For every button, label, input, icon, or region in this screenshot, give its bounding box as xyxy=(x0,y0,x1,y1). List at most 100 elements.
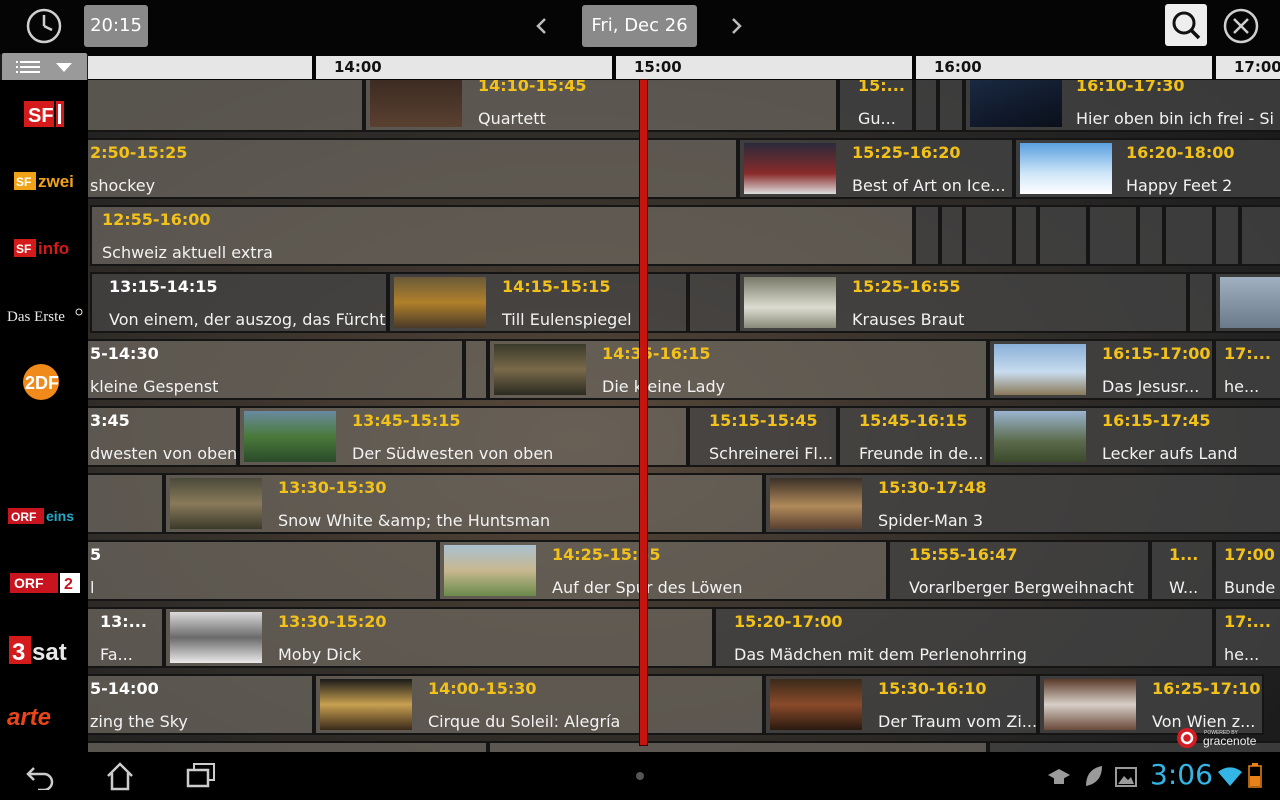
channel-logo-sfinfo[interactable]: SF info xyxy=(0,214,88,281)
program-cell[interactable]: 16:15-17:45 Lecker aufs Land xyxy=(988,406,1280,467)
prime-time-button[interactable]: 20:15 xyxy=(84,5,148,47)
next-day-icon[interactable] xyxy=(724,14,748,38)
back-icon[interactable] xyxy=(24,762,56,794)
notification-icon-cap[interactable] xyxy=(1046,766,1072,792)
program-cell[interactable]: 17:... he... xyxy=(1214,339,1280,400)
svg-text:3: 3 xyxy=(12,639,25,666)
program-cell[interactable]: 15:15-15:45 Schreinerei Fl... xyxy=(688,406,838,467)
program-cell[interactable]: 17:... he... xyxy=(1214,607,1280,668)
program-cell[interactable] xyxy=(688,272,738,333)
program-cell[interactable] xyxy=(88,473,164,534)
date-button[interactable]: Fri, Dec 26 xyxy=(582,5,697,47)
channel-logo-sf1[interactable]: SF xyxy=(0,80,88,147)
recent-apps-icon[interactable] xyxy=(184,762,218,794)
ruler-segment-1500: 15:00 xyxy=(616,56,912,79)
channel-logo-daserste[interactable]: Das Erste xyxy=(0,281,88,348)
channel-list-dropdown[interactable] xyxy=(2,53,87,81)
program-cell[interactable]: 15:45-16:15 Freunde in de... xyxy=(838,406,988,467)
program-cell[interactable]: 16:10-17:30 Hier oben bin ich frei - Si … xyxy=(964,80,1280,132)
program-time: 1... xyxy=(1169,545,1199,564)
program-cell[interactable] xyxy=(1214,205,1240,266)
notification-icon-leaf[interactable] xyxy=(1082,764,1104,792)
program-title: he... xyxy=(1224,645,1260,664)
program-thumbnail xyxy=(770,679,862,730)
program-cell[interactable]: 15:25-16:55 Krauses Braut xyxy=(738,272,1188,333)
program-time: 15:30-16:10 xyxy=(878,679,987,698)
program-cell[interactable]: 5-14:00 zing the Sky xyxy=(88,674,314,735)
program-cell[interactable] xyxy=(1164,205,1214,266)
program-cell[interactable]: 13:30-15:30 Snow White &amp; the Huntsma… xyxy=(164,473,764,534)
program-cell[interactable] xyxy=(938,80,964,132)
program-cell[interactable]: 15:30-17:48 Spider-Man 3 xyxy=(764,473,1280,534)
program-title: Von einem, der auszog, das Fürcht... xyxy=(109,310,388,329)
program-cell[interactable] xyxy=(464,339,488,400)
program-cell[interactable]: 14:10-15:45 Quartett xyxy=(364,80,838,132)
channel-logo-sfzwei[interactable]: SF zwei xyxy=(0,147,88,214)
home-icon[interactable] xyxy=(104,760,136,796)
program-cell[interactable] xyxy=(1014,205,1038,266)
program-cell[interactable] xyxy=(1214,272,1280,333)
program-cell[interactable]: 17:00 Bunde xyxy=(1214,540,1280,601)
page-indicator-dot xyxy=(636,772,644,780)
program-cell[interactable] xyxy=(1138,205,1164,266)
program-title: Krauses Braut xyxy=(852,310,965,329)
program-cell[interactable] xyxy=(1240,205,1280,266)
program-title: zing the Sky xyxy=(90,712,188,731)
program-time: 13:30-15:30 xyxy=(278,478,387,497)
search-button[interactable] xyxy=(1165,4,1207,46)
program-time: 14:35-16:15 xyxy=(602,344,711,363)
program-cell[interactable] xyxy=(914,205,940,266)
program-cell[interactable]: 13:45-15:15 Der Südwesten von oben xyxy=(238,406,688,467)
program-title: Auf der Spur des Löwen xyxy=(552,578,743,597)
previous-day-icon[interactable] xyxy=(530,14,554,38)
notification-icon-image[interactable] xyxy=(1114,766,1138,792)
program-cell[interactable]: 5 l xyxy=(88,540,438,601)
program-cell[interactable]: 13:30-15:20 Moby Dick xyxy=(164,607,714,668)
program-cell[interactable]: 12:55-16:00 Schweiz aktuell extra xyxy=(90,205,914,266)
program-cell[interactable]: 5-14:30 kleine Gespenst xyxy=(88,339,464,400)
program-thumbnail xyxy=(394,277,486,328)
program-cell[interactable]: 15:20-17:00 Das Mädchen mit dem Perlenoh… xyxy=(714,607,1214,668)
program-title: W... xyxy=(1169,578,1199,597)
program-cell[interactable]: 14:25-15:55 Auf der Spur des Löwen xyxy=(438,540,888,601)
program-time: 15:20-17:00 xyxy=(734,612,843,631)
channel-column: SF SF zwei SF info Das Erste 2DF ORF eins O… xyxy=(0,80,88,752)
channel-logo-orf2[interactable]: ORF 2 xyxy=(0,549,88,616)
program-thumbnail xyxy=(1044,679,1136,730)
program-cell[interactable]: 14:35-16:15 Die kleine Lady xyxy=(488,339,988,400)
program-cell[interactable] xyxy=(88,741,488,752)
program-cell[interactable] xyxy=(1038,205,1088,266)
program-cell[interactable]: 16:20-18:00 Happy Feet 2 xyxy=(1014,138,1280,199)
program-cell[interactable] xyxy=(1188,272,1214,333)
program-cell[interactable]: 14:00-15:30 Cirque du Soleil: Alegría xyxy=(314,674,764,735)
program-cell[interactable] xyxy=(940,205,964,266)
channel-logo-swr[interactable] xyxy=(0,415,88,482)
clock-icon[interactable] xyxy=(26,8,62,44)
program-cell[interactable] xyxy=(88,80,364,132)
svg-text:zwei: zwei xyxy=(38,172,74,191)
channel-logo-zdf[interactable]: 2DF xyxy=(0,348,88,415)
program-cell[interactable]: 15:... Gu... xyxy=(838,80,914,132)
program-cell[interactable]: 15:25-16:20 Best of Art on Ice... xyxy=(738,138,1014,199)
program-title: Vorarlberger Bergweihnacht xyxy=(909,578,1134,597)
channel-logo-3sat[interactable]: 3 sat xyxy=(0,616,88,683)
program-time: 5-14:30 xyxy=(90,344,159,363)
program-cell[interactable] xyxy=(914,80,938,132)
gracenote-logo: POWERED BY gracenote xyxy=(1176,726,1272,750)
program-time: 12:55-16:00 xyxy=(102,210,211,229)
program-thumbnail xyxy=(444,545,536,596)
program-cell[interactable]: 3:45 dwesten von oben xyxy=(88,406,238,467)
timeline-ruler[interactable]: 14:00 15:00 16:00 17:00 xyxy=(88,54,1280,80)
close-icon[interactable] xyxy=(1222,7,1260,45)
program-cell[interactable] xyxy=(964,205,1014,266)
program-cell[interactable]: 15:55-16:47 Vorarlberger Bergweihnacht xyxy=(888,540,1150,601)
program-cell[interactable] xyxy=(488,741,988,752)
program-cell[interactable]: 15:30-16:10 Der Traum vom Zi... xyxy=(764,674,1038,735)
program-cell[interactable] xyxy=(1088,205,1138,266)
program-cell[interactable]: 13:15-14:15 Von einem, der auszog, das F… xyxy=(90,272,388,333)
channel-logo-orfeins[interactable]: ORF eins xyxy=(0,482,88,549)
channel-logo-arte[interactable]: arte xyxy=(0,683,88,750)
program-cell[interactable]: 16:15-17:00 Das Jesusr... xyxy=(988,339,1214,400)
program-cell[interactable]: 13:... Fa... xyxy=(88,607,164,668)
program-cell[interactable]: 1... W... xyxy=(1150,540,1214,601)
